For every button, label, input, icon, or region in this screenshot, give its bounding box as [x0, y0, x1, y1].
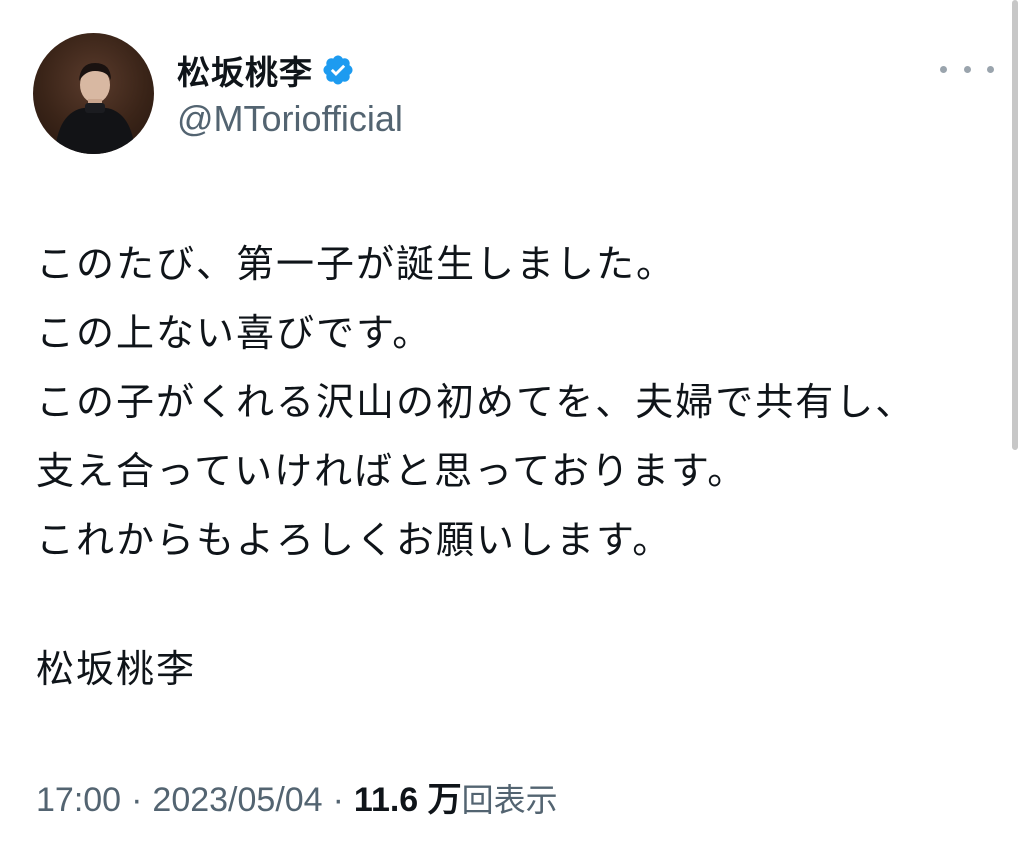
- more-options-button[interactable]: [940, 52, 994, 86]
- author-display-name[interactable]: 松坂桃李: [177, 46, 313, 94]
- more-options-icon-dot: [987, 65, 994, 73]
- views-label: 回表示: [461, 781, 558, 819]
- more-options-icon: [940, 65, 947, 73]
- views-count: 11.6 万: [353, 781, 462, 819]
- meta-separator: ·: [131, 781, 143, 819]
- tweet-text-line: この上ない喜びです。: [36, 311, 433, 355]
- scrollbar[interactable]: [1012, 0, 1018, 450]
- tweet-time[interactable]: 17:00: [36, 781, 121, 820]
- tweet-text-line: これからもよろしくお願いします。: [36, 518, 673, 562]
- tweet-date[interactable]: 2023/05/04: [152, 781, 322, 820]
- tweet-text-line: このたび、第一子が誕生しました。: [36, 242, 677, 286]
- avatar[interactable]: [33, 33, 154, 154]
- tweet-text: このたび、第一子が誕生しました。 この上ない喜びです。 この子がくれる沢山の初め…: [36, 230, 996, 575]
- more-options-icon-dot: [963, 65, 971, 73]
- verified-badge-icon: [321, 53, 355, 87]
- author-handle[interactable]: @MTorio​fficial: [177, 98, 403, 140]
- tweet-text-line: 支え合っていければと思っております。: [36, 449, 748, 493]
- avatar-photo: [55, 63, 135, 154]
- tweet: 松坂桃李 @MTorio​fficial このたび、第一子が誕生しました。 この…: [0, 0, 1024, 842]
- meta-separator: ·: [332, 781, 344, 819]
- author-name-row: 松坂桃李: [177, 46, 355, 94]
- tweet-signature: 松坂桃李: [36, 647, 197, 691]
- tweet-meta: 17:00 · 2023/05/04 · 11.6 万 回表示: [36, 772, 558, 821]
- tweet-text-line: この子がくれる沢山の初めてを、夫婦で共有し、: [36, 380, 916, 424]
